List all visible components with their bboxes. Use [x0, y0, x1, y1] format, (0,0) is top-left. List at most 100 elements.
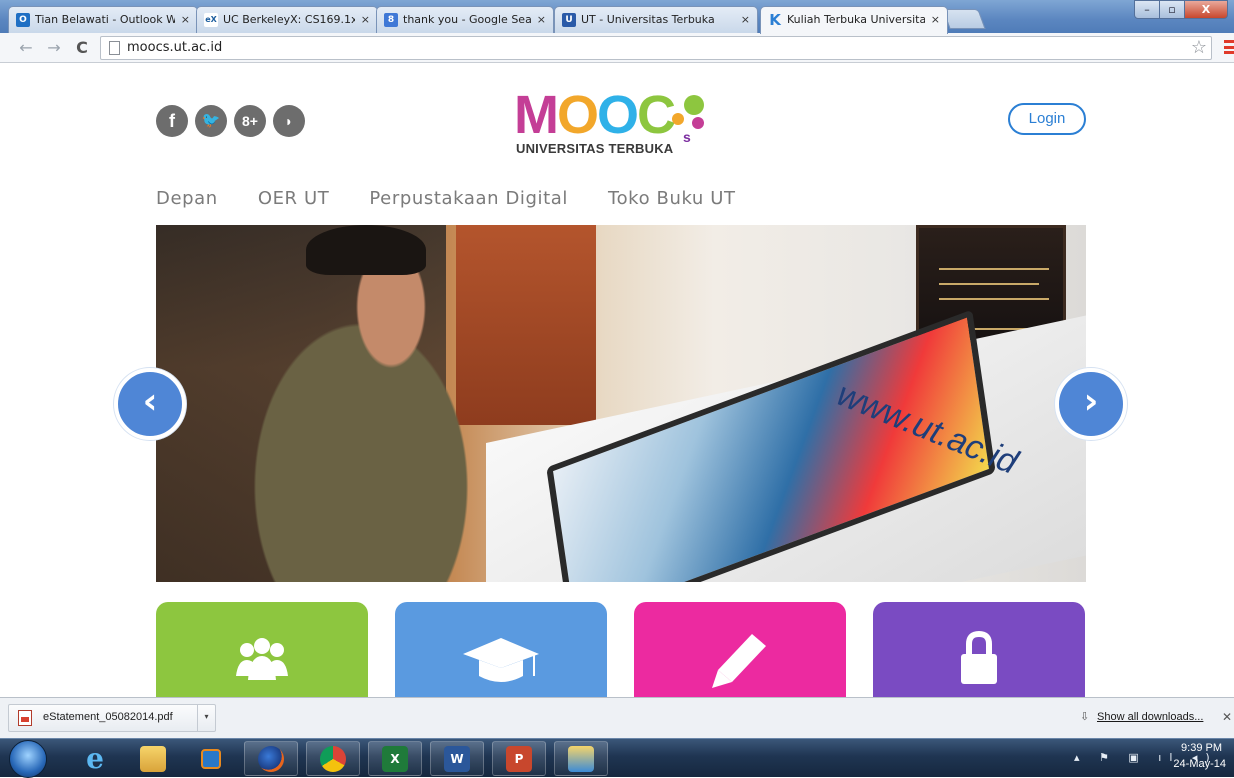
back-button[interactable]: ← [16, 38, 36, 57]
word-glyph: W [444, 745, 470, 772]
chrome-glyph [320, 745, 346, 772]
k-icon: K [769, 11, 781, 29]
forward-button[interactable]: → [44, 38, 64, 57]
logo-letter: O [597, 85, 639, 145]
google-icon: 8 [384, 13, 398, 27]
feature-card-courses[interactable] [395, 602, 607, 697]
tab-title: UC BerkeleyX: CS169.1x: E [223, 13, 355, 26]
photo-person [226, 235, 526, 582]
address-bar[interactable]: moocs.ut.ac.id ☆ [100, 36, 1212, 60]
nav-item-depan[interactable]: Depan [156, 188, 218, 209]
internet-explorer-icon[interactable]: e [68, 741, 122, 776]
nav-item-oer-ut[interactable]: OER UT [258, 188, 330, 209]
powerpoint-glyph: P [506, 745, 532, 772]
tab-title: thank you - Google Search [403, 13, 531, 26]
logo-wordmark: MOOC [514, 85, 676, 145]
excel-icon[interactable]: X [368, 741, 422, 776]
logo-dot [672, 113, 684, 125]
logo-letter: M [514, 85, 559, 145]
ie-glyph: e [86, 741, 104, 775]
tab-google[interactable]: 8 thank you - Google Search × [376, 6, 554, 33]
logo-small-s: s [683, 129, 691, 145]
browser-toolbar: ← → C moocs.ut.ac.id ☆ [0, 33, 1234, 63]
url-text: moocs.ut.ac.id [127, 40, 223, 55]
close-icon[interactable]: × [537, 7, 546, 32]
close-icon[interactable]: ✕ [1222, 710, 1232, 724]
plaque-line [939, 268, 1049, 270]
window-controls: – ▫ X [1134, 0, 1228, 22]
feature-cards [156, 602, 1085, 697]
logo-dot [684, 95, 704, 115]
nav-item-perpustakaan-digital[interactable]: Perpustakaan Digital [369, 188, 568, 209]
download-item[interactable]: eStatement_05082014.pdf ▾ [8, 704, 216, 732]
edx-icon: eX [204, 13, 218, 27]
minimize-button[interactable]: – [1134, 0, 1160, 19]
moocs-logo[interactable]: MOOC s UNIVERSITAS TERBUKA [514, 85, 714, 162]
tab-title: Tian Belawati - Outlook W [35, 13, 175, 26]
firefox-icon[interactable] [244, 741, 298, 776]
logo-letter: C [637, 85, 676, 145]
start-button[interactable] [9, 740, 47, 778]
media-glyph [201, 748, 221, 769]
google-plus-icon[interactable]: 8+ [234, 105, 266, 137]
page-icon [109, 41, 120, 55]
close-window-button[interactable]: X [1184, 0, 1228, 19]
feature-card-community[interactable] [156, 602, 368, 697]
close-icon[interactable]: × [361, 7, 370, 32]
users-icon [236, 638, 288, 680]
powerpoint-icon[interactable]: P [492, 741, 546, 776]
social-links: f 🐦 8+ ◗ [156, 105, 305, 137]
tab-title: UT - Universitas Terbuka [581, 13, 715, 26]
media-player-icon[interactable] [184, 741, 238, 776]
login-button[interactable]: Login [1008, 103, 1086, 135]
excel-glyph: X [382, 745, 408, 772]
photo-person-hair [306, 225, 426, 275]
tab-ut[interactable]: U UT - Universitas Terbuka × [554, 6, 758, 33]
pdf-icon [18, 710, 32, 726]
word-icon[interactable]: W [430, 741, 484, 776]
rss-icon[interactable]: ◗ [273, 105, 305, 137]
clock-date[interactable]: 24-May-14 [1173, 758, 1226, 770]
system-tray: ▴ ⚑ ▣ ıl ◂) 9:39 PM 24-May-14 [1034, 739, 1234, 778]
plaque-line [939, 298, 1049, 300]
windows-taskbar: e X W P ▴ ⚑ ▣ ıl ◂) 9:39 PM 24-May-14 [0, 738, 1234, 778]
close-icon[interactable]: × [931, 7, 940, 32]
main-nav: Depan OER UT Perpustakaan Digital Toko B… [156, 188, 736, 209]
slider-next-button[interactable]: › [1055, 368, 1127, 440]
logo-subtitle: UNIVERSITAS TERBUKA [516, 141, 674, 156]
facebook-icon[interactable]: f [156, 105, 188, 137]
bookmark-star-icon[interactable]: ☆ [1191, 37, 1207, 58]
tab-kuliah-terbuka[interactable]: K Kuliah Terbuka Universitas × [760, 6, 948, 34]
close-icon[interactable]: × [741, 7, 750, 32]
ut-icon: U [562, 13, 576, 27]
maximize-button[interactable]: ▫ [1159, 0, 1185, 19]
download-bar: eStatement_05082014.pdf ▾ ⇩ Show all dow… [0, 697, 1234, 738]
slider-prev-button[interactable]: ‹ [114, 368, 186, 440]
tab-strip: O Tian Belawati - Outlook W × eX UC Berk… [0, 0, 1234, 34]
tab-edx[interactable]: eX UC BerkeleyX: CS169.1x: E × [196, 6, 378, 33]
network-glyph [568, 745, 594, 772]
graduation-cap-icon [463, 638, 539, 682]
feature-card-write[interactable] [634, 602, 846, 697]
folder-glyph [140, 745, 166, 772]
show-all-downloads-link[interactable]: Show all downloads... [1097, 711, 1203, 723]
download-arrow-icon: ⇩ [1080, 710, 1090, 723]
file-explorer-icon[interactable] [126, 741, 180, 776]
feature-card-login[interactable] [873, 602, 1085, 697]
lock-icon [961, 630, 997, 684]
nav-item-toko-buku-ut[interactable]: Toko Buku UT [608, 188, 736, 209]
chrome-icon[interactable] [306, 741, 360, 776]
logo-letter: O [556, 85, 599, 145]
clock-time[interactable]: 9:39 PM [1181, 742, 1222, 754]
close-icon[interactable]: × [181, 7, 190, 32]
reload-button[interactable]: C [72, 38, 92, 57]
chrome-menu-icon[interactable] [1224, 40, 1234, 54]
download-filename: eStatement_05082014.pdf [43, 711, 173, 723]
network-app-icon[interactable] [554, 741, 608, 776]
web-page: f 🐦 8+ ◗ MOOC s UNIVERSITAS TERBUKA Logi… [0, 64, 1234, 697]
new-tab-button[interactable] [942, 9, 986, 29]
twitter-icon[interactable]: 🐦 [195, 105, 227, 137]
tab-title: Kuliah Terbuka Universitas [787, 13, 925, 26]
tab-outlook[interactable]: O Tian Belawati - Outlook W × [8, 6, 198, 33]
download-options-chevron-icon[interactable]: ▾ [197, 705, 215, 731]
